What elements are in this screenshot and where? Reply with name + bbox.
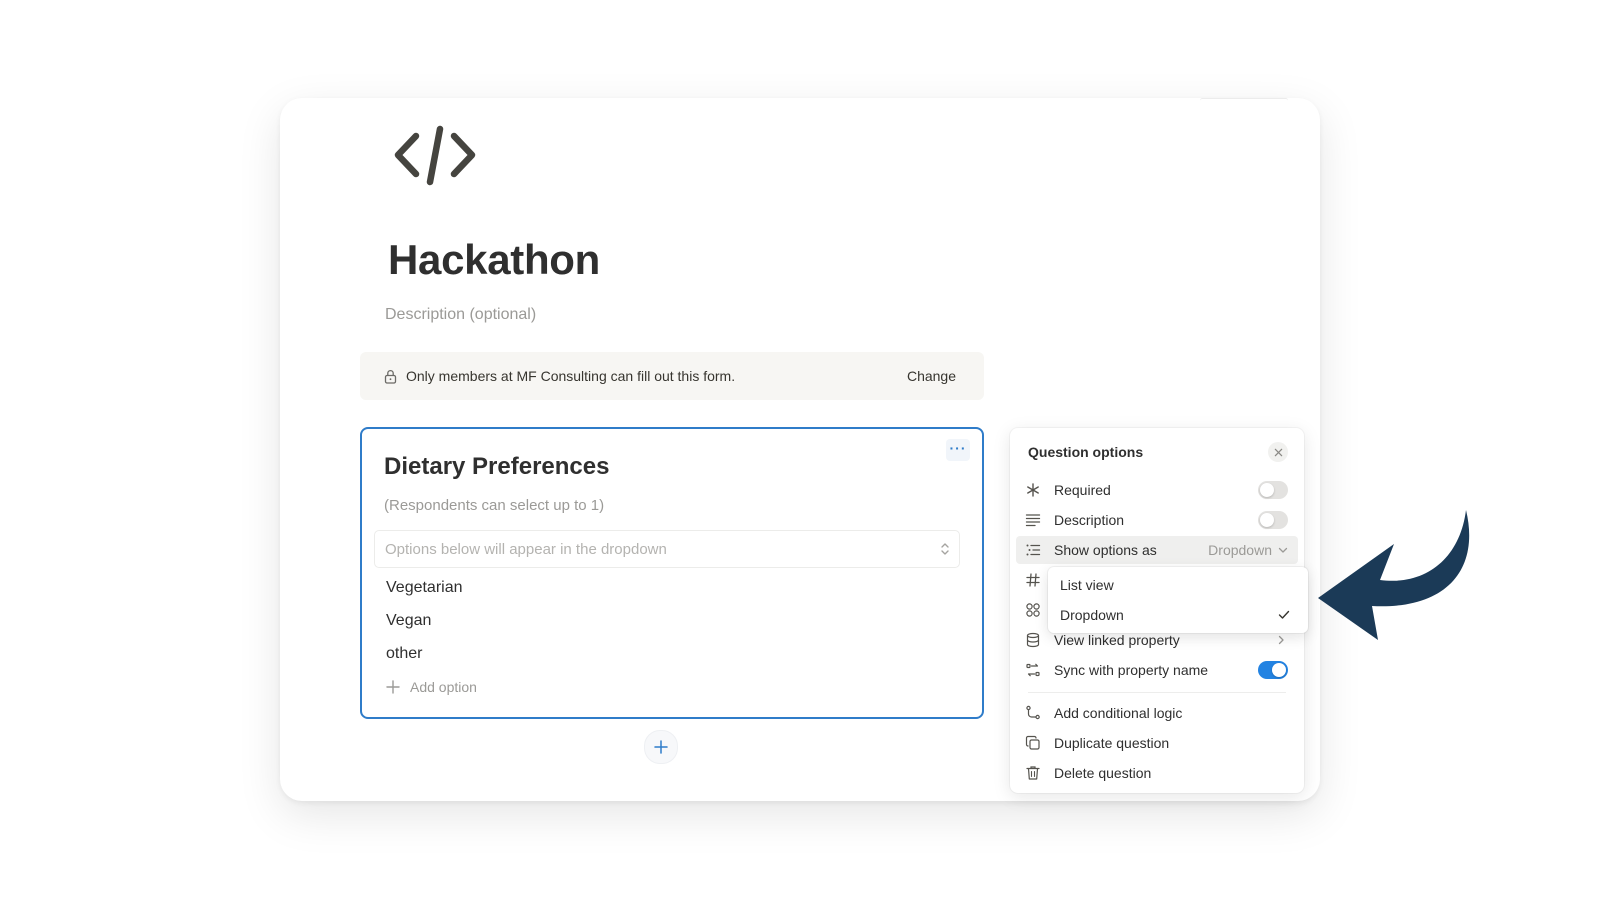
- sync-property-name-row[interactable]: Sync with property name: [1016, 656, 1298, 684]
- chevron-updown-icon: [939, 541, 951, 557]
- more-options-button[interactable]: ···: [946, 439, 970, 461]
- delete-question-row[interactable]: Delete question: [1016, 759, 1298, 787]
- close-button[interactable]: [1268, 442, 1288, 462]
- sync-arrows-icon: [1024, 661, 1042, 679]
- dropdown-placeholder: Options below will appear in the dropdow…: [385, 540, 667, 558]
- duplicate-question-row[interactable]: Duplicate question: [1016, 729, 1298, 757]
- menu-item-list-view[interactable]: List view: [1048, 570, 1308, 600]
- show-options-as-row[interactable]: Show options as Dropdown: [1016, 536, 1298, 564]
- hash-icon: [1024, 571, 1042, 589]
- plus-icon: [386, 680, 400, 694]
- dropdown-preview[interactable]: Options below will appear in the dropdow…: [374, 530, 960, 568]
- menu-item-label: Dropdown: [1060, 607, 1124, 623]
- required-row[interactable]: Required: [1016, 476, 1298, 504]
- option-item[interactable]: other: [386, 643, 463, 676]
- description-label: Description: [1054, 512, 1125, 528]
- add-conditional-logic-label: Add conditional logic: [1054, 705, 1183, 721]
- question-options-title: Question options: [1028, 444, 1144, 460]
- text-lines-icon: [1024, 511, 1042, 529]
- plus-icon: [654, 740, 668, 754]
- question-title[interactable]: Dietary Preferences: [384, 453, 609, 481]
- description-row[interactable]: Description: [1016, 506, 1298, 534]
- access-notice-text: Only members at MF Consulting can fill o…: [406, 368, 736, 384]
- option-item[interactable]: Vegan: [386, 610, 463, 643]
- chevron-down-icon: [1278, 545, 1288, 555]
- code-brackets-icon[interactable]: [392, 124, 478, 186]
- chevron-right-icon: [1276, 635, 1286, 645]
- branch-icon: [1024, 704, 1042, 722]
- close-icon: [1274, 448, 1282, 456]
- panel-divider: [1028, 692, 1286, 693]
- sync-property-name-label: Sync with property name: [1054, 662, 1209, 678]
- menu-item-dropdown[interactable]: Dropdown: [1048, 600, 1308, 630]
- required-label: Required: [1054, 482, 1111, 498]
- view-linked-property-label: View linked property: [1054, 632, 1180, 648]
- duplicate-question-label: Duplicate question: [1054, 735, 1170, 751]
- database-icon: [1024, 631, 1042, 649]
- add-option-label: Add option: [410, 679, 477, 695]
- show-options-label: Show options as: [1054, 542, 1157, 558]
- form-title[interactable]: Hackathon: [388, 236, 600, 284]
- option-item[interactable]: Vegetarian: [386, 577, 463, 610]
- show-options-menu: List view Dropdown: [1048, 567, 1308, 633]
- access-notice-banner: Only members at MF Consulting can fill o…: [360, 352, 984, 400]
- description-toggle[interactable]: [1258, 511, 1288, 529]
- lock-icon: [384, 369, 397, 384]
- add-question-button[interactable]: [644, 730, 678, 764]
- change-access-button[interactable]: Change: [907, 368, 956, 384]
- curved-arrow-annotation: [1318, 510, 1470, 640]
- trash-icon: [1024, 764, 1042, 782]
- sync-property-name-toggle[interactable]: [1258, 661, 1288, 679]
- question-hint: (Respondents can select up to 1): [384, 497, 605, 514]
- asterisk-icon: [1024, 481, 1042, 499]
- duplicate-icon: [1024, 734, 1042, 752]
- required-toggle[interactable]: [1258, 481, 1288, 499]
- top-tab-edge: [1200, 98, 1288, 103]
- menu-item-label: List view: [1060, 577, 1114, 593]
- question-card[interactable]: ··· Dietary Preferences (Respondents can…: [360, 427, 984, 719]
- show-options-value: Dropdown: [1208, 542, 1272, 558]
- grid-circles-icon: [1024, 601, 1042, 619]
- form-description-field[interactable]: Description (optional): [385, 306, 536, 324]
- add-option-button[interactable]: Add option: [386, 679, 477, 695]
- list-icon: [1024, 541, 1042, 559]
- add-conditional-logic-row[interactable]: Add conditional logic: [1016, 699, 1298, 727]
- checkmark-icon: [1278, 610, 1290, 620]
- delete-question-label: Delete question: [1054, 765, 1152, 781]
- option-list: Vegetarian Vegan other: [386, 577, 463, 676]
